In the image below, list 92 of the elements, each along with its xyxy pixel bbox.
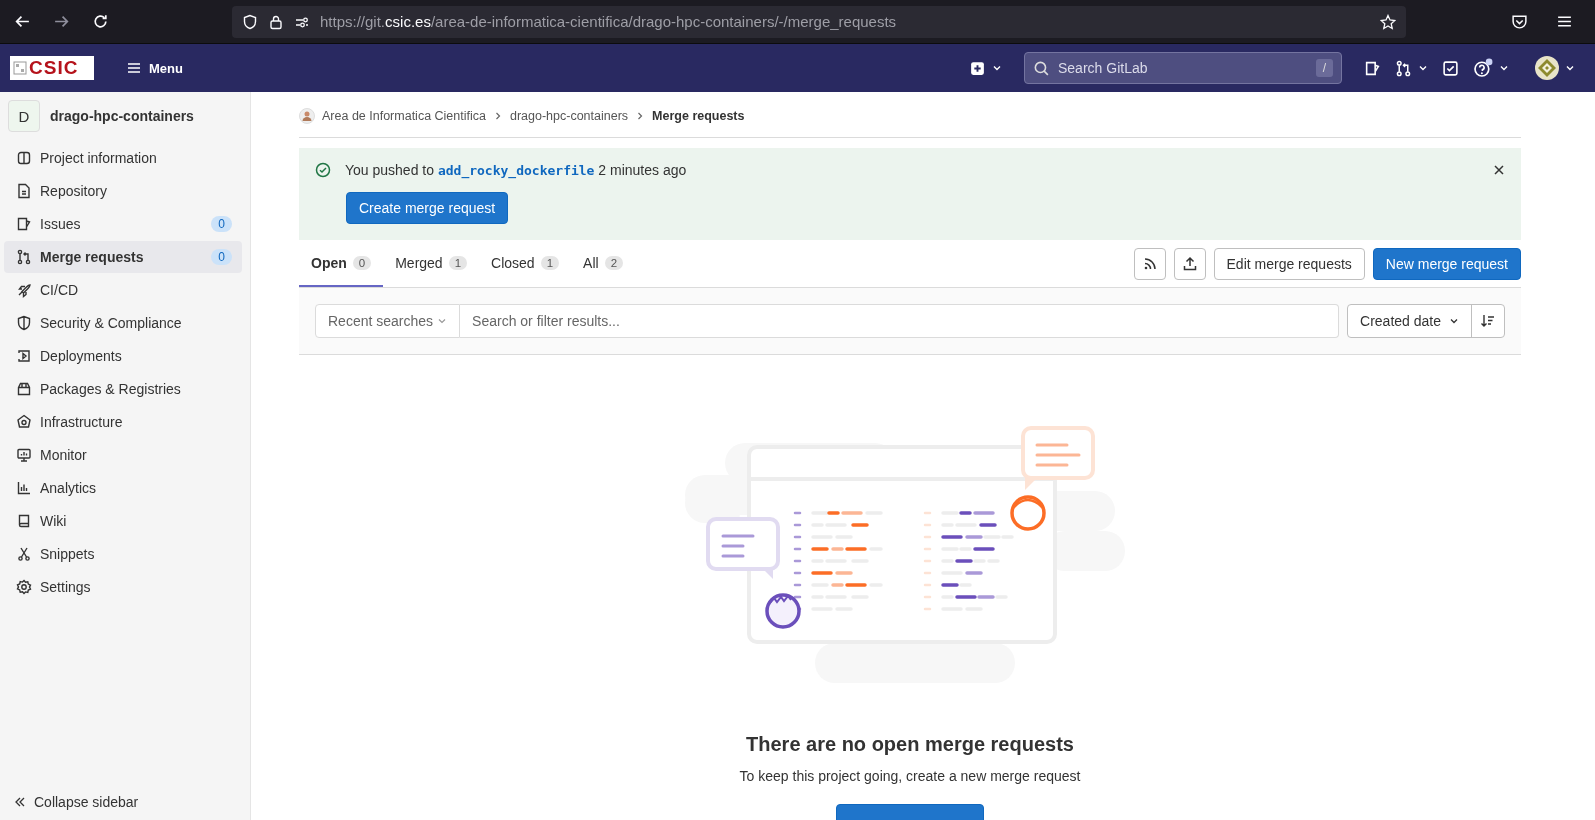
pocket-icon[interactable] <box>1511 13 1528 30</box>
help-icon <box>1473 58 1493 78</box>
issues-icon[interactable] <box>1364 59 1381 77</box>
chevron-down-icon <box>1449 316 1459 326</box>
sidebar-item[interactable]: Analytics <box>4 472 242 504</box>
tab[interactable]: Closed 1 <box>479 240 572 287</box>
nav-icon <box>16 216 32 232</box>
address-bar[interactable]: https://git.csic.es/area-de-informatica-cientifica/drago-hpc-containers/-/merge_requests <box>232 5 1406 38</box>
chevron-down-icon <box>1565 63 1575 73</box>
filter-input[interactable]: Search or filter results... <box>460 304 1340 338</box>
search-input[interactable]: Search GitLab <box>1056 59 1310 77</box>
nav-icon <box>16 480 32 496</box>
sidebar-item[interactable]: CI/CD <box>4 274 242 306</box>
logo[interactable]: CSIC <box>10 56 94 80</box>
nav-icon <box>16 414 32 430</box>
count-badge: 0 <box>211 216 232 232</box>
lock-icon <box>268 13 284 30</box>
empty-state-title: There are no open merge requests <box>746 733 1074 756</box>
sidebar-item[interactable]: Repository <box>4 175 242 207</box>
sidebar-item[interactable]: Packages & Registries <box>4 373 242 405</box>
count-badge: 0 <box>352 255 372 270</box>
merge-requests-dropdown[interactable] <box>1395 59 1428 77</box>
tab[interactable]: All 2 <box>571 240 636 287</box>
nav-icon <box>16 513 32 529</box>
alert-message: You pushed to add_rocky_dockerfile 2 minutes ago <box>345 162 687 178</box>
sidebar-item[interactable]: Issues 0 <box>4 208 242 240</box>
sidebar-item[interactable]: Security & Compliance <box>4 307 242 339</box>
sidebar-item[interactable]: Snippets <box>4 538 242 570</box>
sidebar-item[interactable]: Project information <box>4 142 242 174</box>
reload-icon[interactable] <box>92 13 109 30</box>
chevron-down-icon <box>1418 63 1428 73</box>
nav-icon <box>16 249 32 265</box>
breadcrumb-link[interactable]: Merge requests <box>652 108 745 123</box>
count-badge: 2 <box>604 255 624 270</box>
menu-button[interactable]: Menu <box>116 56 193 80</box>
star-icon[interactable] <box>1380 13 1396 30</box>
forward-icon[interactable] <box>53 13 70 30</box>
nav-icon <box>16 447 32 463</box>
recent-searches-dropdown[interactable]: Recent searches <box>315 304 461 338</box>
menu-icon[interactable] <box>1556 13 1573 30</box>
shield-icon <box>242 13 258 30</box>
nav-icon <box>16 183 32 199</box>
collapse-icon <box>14 796 26 808</box>
project-name[interactable]: drago-hpc-containers <box>50 108 194 124</box>
breadcrumb-link[interactable]: Area de Informatica Cientifica <box>322 108 486 123</box>
upload-icon <box>1181 255 1198 272</box>
back-icon[interactable] <box>14 13 31 30</box>
chevron-down-icon <box>437 316 448 326</box>
create-new-dropdown[interactable] <box>969 59 1002 77</box>
sidebar-item[interactable]: Wiki <box>4 505 242 537</box>
close-icon[interactable] <box>1493 164 1505 176</box>
nav-icon <box>16 579 32 595</box>
plus-square-icon <box>969 59 986 77</box>
action-button[interactable]: Edit merge requests <box>1213 247 1365 280</box>
nav-icon <box>16 381 32 397</box>
help-dropdown[interactable] <box>1473 58 1509 78</box>
sidebar-item[interactable]: Deployments <box>4 340 242 372</box>
empty-state-text: To keep this project going, create a new merge request <box>739 768 1081 784</box>
todo-icon[interactable] <box>1442 59 1459 77</box>
count-badge: 1 <box>540 255 560 270</box>
project-avatar[interactable]: D <box>8 100 40 132</box>
count-badge: 1 <box>448 255 468 270</box>
merge-request-icon <box>1395 59 1412 77</box>
chevron-down-icon <box>992 63 1002 73</box>
export-button[interactable] <box>1173 247 1206 280</box>
search-bar[interactable]: Search GitLab / <box>1024 52 1342 84</box>
create-merge-request-button[interactable]: Create merge request <box>346 192 509 224</box>
branch-link[interactable]: add_rocky_dockerfile <box>437 163 595 178</box>
count-badge: 0 <box>211 249 232 265</box>
nav-icon <box>16 150 32 166</box>
action-button[interactable]: New merge request <box>1372 247 1521 280</box>
nav-icon <box>16 282 32 298</box>
group-avatar[interactable] <box>299 107 315 124</box>
shortcut-key: / <box>1315 59 1333 77</box>
sort-icon <box>1480 313 1496 329</box>
breadcrumb-link[interactable]: drago-hpc-containers <box>509 108 629 123</box>
sidebar-item[interactable]: Monitor <box>4 439 242 471</box>
sidebar-item[interactable]: Infrastructure <box>4 406 242 438</box>
nav-icon <box>16 315 32 331</box>
collapse-sidebar-button[interactable]: Collapse sidebar <box>4 790 149 814</box>
user-avatar <box>1535 56 1559 80</box>
check-circle-icon <box>315 162 331 178</box>
nav-icon <box>16 348 32 364</box>
sidebar-item[interactable]: Merge requests 0 <box>4 241 242 273</box>
user-menu[interactable] <box>1535 56 1575 80</box>
tab[interactable]: Merged 1 <box>383 240 480 287</box>
search-icon <box>1033 59 1050 77</box>
nav-icon <box>16 546 32 562</box>
hamburger-icon <box>126 60 142 76</box>
rss-button[interactable] <box>1133 247 1166 280</box>
sidebar-item[interactable]: Settings <box>4 571 242 603</box>
chevron-down-icon <box>1499 63 1509 73</box>
